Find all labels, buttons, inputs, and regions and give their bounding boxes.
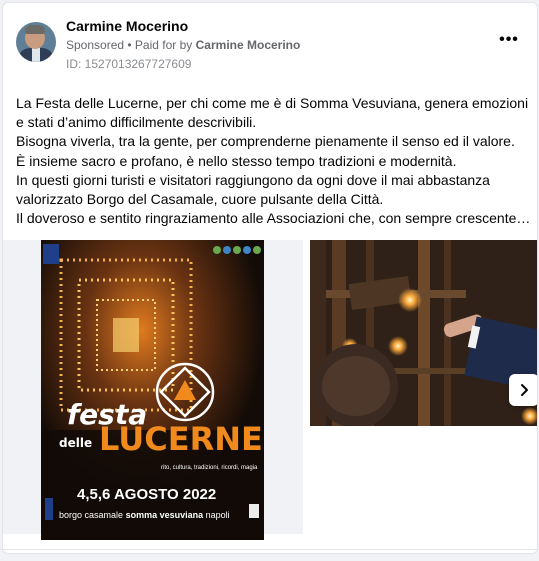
ad-id: ID: 1527013267727609	[66, 57, 192, 71]
carousel-next-button[interactable]	[509, 374, 537, 406]
poster-place-prefix: borgo casamale	[59, 510, 124, 520]
post-text-line: Bisogna viverla, tra la gente, per compr…	[16, 133, 515, 150]
festival-poster: festa delle LUCERNE rito, cultura, tradi…	[41, 240, 264, 540]
chevron-right-icon	[521, 384, 528, 396]
ad-card: Carmine Mocerino Sponsored • Paid for by…	[2, 2, 538, 554]
carousel-slide-poster[interactable]: festa delle LUCERNE rito, cultura, tradi…	[3, 240, 303, 540]
paid-for-name: Carmine Mocerino	[195, 38, 301, 52]
post-text-line: e stati d’animo difficilmente descrivibi…	[16, 114, 257, 131]
post-text-line: valorizzato Borgo del Casamale, cuore pu…	[16, 191, 384, 208]
poster-place: borgo casamale somma vesuviana napoli	[59, 510, 230, 520]
paid-for-prefix: • Paid for by	[127, 38, 193, 52]
post-text-line: In questi giorni turisti e visitatori ra…	[16, 171, 490, 188]
poster-title-lucerne: LUCERNE	[99, 420, 263, 458]
sponsored-meta: Sponsored • Paid for by Carmine Mocerino	[66, 38, 300, 52]
sponsored-label: Sponsored	[66, 38, 125, 52]
post-text-line: La Festa delle Lucerne, per chi come me …	[16, 95, 529, 111]
more-options-icon[interactable]: •••	[497, 30, 521, 50]
poster-place-city: somma vesuviana	[125, 510, 204, 520]
post-text-line: È insieme sacro e profano, è nello stess…	[16, 152, 457, 169]
lanterns-photo	[310, 240, 537, 426]
poster-tagline: rito, cultura, tradizioni, ricordi, magi…	[161, 465, 258, 471]
image-carousel: festa delle LUCERNE rito, cultura, tradi…	[3, 240, 537, 540]
divider	[0, 549, 539, 550]
poster-place-suffix: napoli	[205, 510, 230, 520]
post-text: La Festa delle Lucerne, per chi come me …	[16, 94, 531, 228]
avatar[interactable]	[16, 22, 56, 62]
post-text-line: Il doveroso e sentito ringraziamento all…	[16, 210, 531, 227]
carousel-slide-photo[interactable]	[310, 240, 537, 426]
author-name[interactable]: Carmine Mocerino	[66, 18, 188, 34]
poster-dates: 4,5,6 AGOSTO 2022	[77, 486, 217, 503]
poster-title-delle: delle	[59, 436, 93, 450]
